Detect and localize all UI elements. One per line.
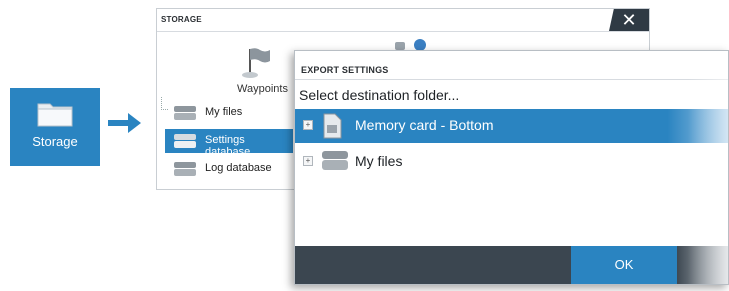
tree-item-settings-database[interactable]: Settings database <box>165 129 293 158</box>
expand-icon[interactable]: + <box>303 120 313 130</box>
ok-button[interactable]: OK <box>571 246 677 284</box>
tree-item-label: Settings database <box>205 134 251 158</box>
memory-card-icon <box>323 113 342 139</box>
dialog-footer: OK <box>295 246 728 284</box>
toolbar-small-icon <box>395 42 405 50</box>
waypoint-flag-icon <box>242 48 270 78</box>
database-icon <box>174 134 196 148</box>
waypoints-label[interactable]: Waypoints <box>237 83 288 95</box>
storage-title: STORAGE <box>161 15 202 24</box>
close-icon: ✕ <box>621 10 637 30</box>
expand-icon[interactable]: + <box>303 156 313 166</box>
destination-label: My files <box>355 153 403 169</box>
database-icon <box>174 162 196 176</box>
destination-label: Memory card - Bottom <box>355 117 494 133</box>
database-icon <box>322 151 348 170</box>
dialog-prompt: Select destination folder... <box>299 87 460 103</box>
divider <box>295 79 728 80</box>
tree-item-label: Log database <box>205 162 272 174</box>
arrow-right-icon <box>108 113 141 133</box>
tree-item-label: My files <box>205 106 243 118</box>
folder-icon <box>37 103 73 127</box>
dialog-title: EXPORT SETTINGS <box>301 65 389 75</box>
storage-tile-label: Storage <box>32 134 78 149</box>
tree-item-my-files[interactable]: My files <box>165 101 293 125</box>
storage-header: STORAGE ✕ <box>157 9 649 32</box>
storage-tile[interactable]: Storage <box>10 88 100 166</box>
destination-row-my-files[interactable]: + My files <box>295 145 728 179</box>
close-button[interactable]: ✕ <box>609 9 649 31</box>
tree-item-log-database[interactable]: Log database <box>165 157 293 181</box>
destination-row-memory-card[interactable]: + Memory card - Bottom <box>295 109 728 143</box>
export-settings-dialog: EXPORT SETTINGS Select destination folde… <box>294 50 729 285</box>
database-icon <box>174 106 196 120</box>
